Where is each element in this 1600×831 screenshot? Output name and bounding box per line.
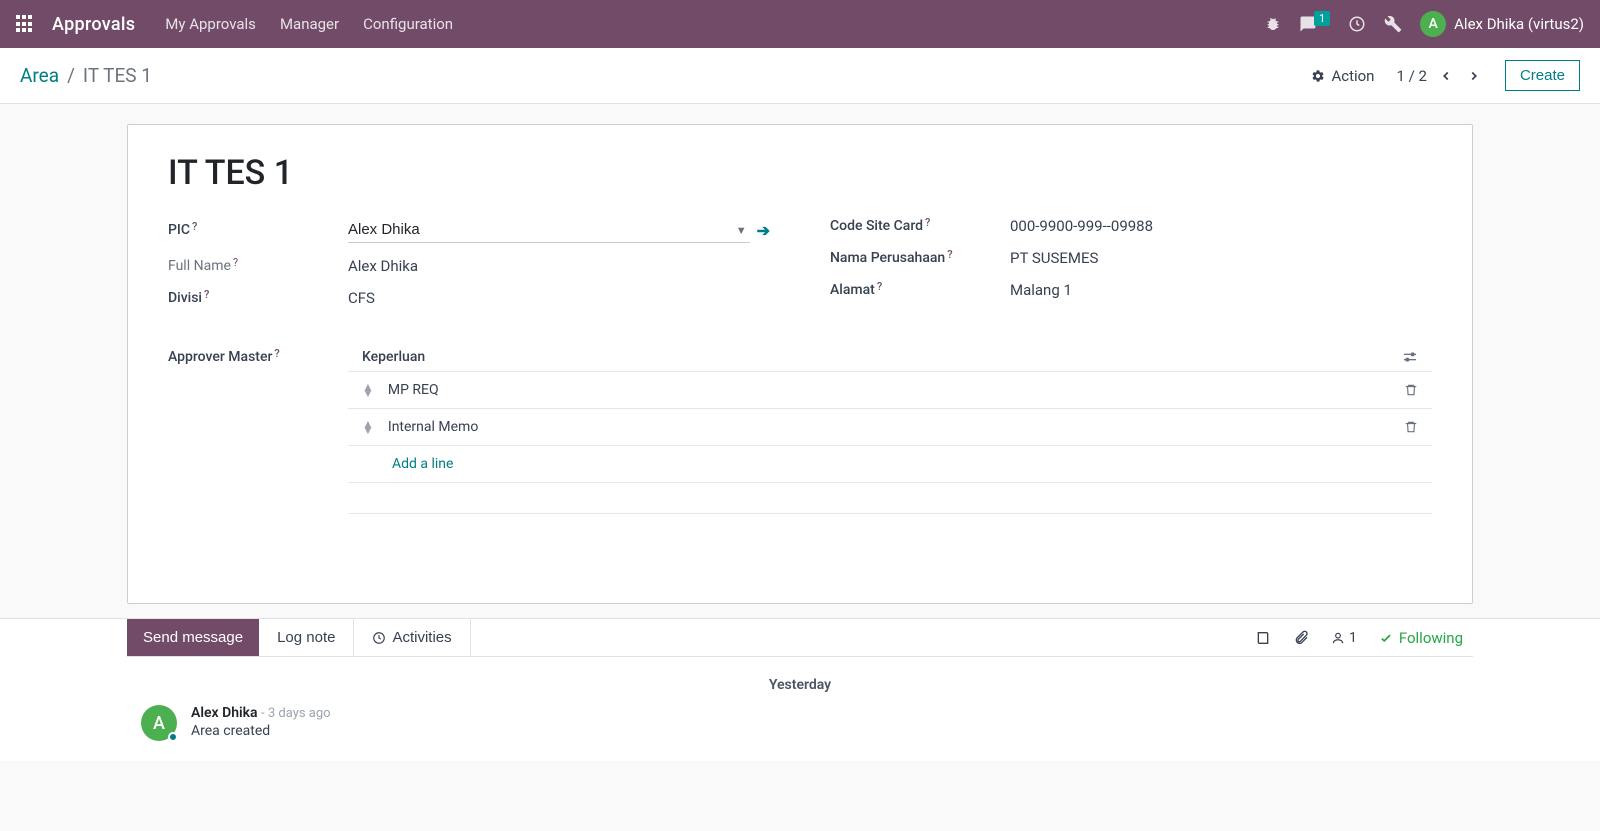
add-line-link[interactable]: Add a line <box>392 456 453 472</box>
message-avatar[interactable]: A <box>141 705 177 741</box>
company-value[interactable]: PT SUSEMES <box>1010 249 1432 267</box>
row-keperluan[interactable]: MP REQ <box>388 382 1404 398</box>
help-icon[interactable]: ? <box>204 288 209 301</box>
user-icon <box>1331 631 1345 645</box>
divisi-label: Divisi? <box>168 290 348 306</box>
pager-prev-icon[interactable] <box>1437 69 1455 83</box>
attachment-icon[interactable] <box>1293 630 1309 646</box>
breadcrumb: Area / IT TES 1 <box>20 64 152 87</box>
nav-configuration[interactable]: Configuration <box>363 15 453 33</box>
messages-icon[interactable]: 1 <box>1299 15 1330 33</box>
tools-icon[interactable] <box>1384 15 1402 33</box>
pager-next-icon[interactable] <box>1465 69 1483 83</box>
divisi-value[interactable]: CFS <box>348 289 770 307</box>
company-label: Nama Perusahaan? <box>830 250 1010 266</box>
apps-icon[interactable] <box>16 15 34 33</box>
help-icon[interactable]: ? <box>274 347 279 360</box>
table-row[interactable]: ▲▼ Internal Memo <box>348 408 1432 445</box>
help-icon[interactable]: ? <box>947 248 952 261</box>
form-sheet: IT TES 1 PIC? ▼ ➔ Full Name? <box>127 124 1473 604</box>
user-label: Alex Dhika (virtus2) <box>1454 15 1584 33</box>
control-panel: Area / IT TES 1 Action 1 / 2 Create <box>0 48 1600 104</box>
col-header-keperluan[interactable]: Keperluan <box>362 349 425 365</box>
help-icon[interactable]: ? <box>233 256 238 269</box>
approver-master-label: Approver Master? <box>168 343 348 514</box>
messages-badge: 1 <box>1314 11 1330 26</box>
form-left-column: PIC? ▼ ➔ Full Name? Alex Dhika <box>168 217 770 307</box>
pager: 1 / 2 <box>1396 67 1483 85</box>
date-separator: Yesterday <box>127 657 1473 705</box>
nav-manager[interactable]: Manager <box>280 15 339 33</box>
pager-text[interactable]: 1 / 2 <box>1396 67 1427 85</box>
action-button[interactable]: Action <box>1311 67 1374 85</box>
fullname-label: Full Name? <box>168 258 348 274</box>
fullname-value: Alex Dhika <box>348 257 770 275</box>
code-site-card-value[interactable]: 000-9900-999--09988 <box>1010 217 1432 235</box>
message: A Alex Dhika - 3 days ago Area created <box>127 705 1473 761</box>
book-icon[interactable] <box>1255 630 1271 646</box>
row-keperluan[interactable]: Internal Memo <box>388 419 1404 435</box>
message-time: - 3 days ago <box>261 706 331 721</box>
user-menu[interactable]: A Alex Dhika (virtus2) <box>1420 11 1584 37</box>
action-label: Action <box>1331 67 1374 85</box>
help-icon[interactable]: ? <box>877 280 882 293</box>
alamat-label: Alamat? <box>830 282 1010 298</box>
main-nav: My Approvals Manager Configuration <box>165 15 453 33</box>
bug-icon[interactable] <box>1265 16 1281 32</box>
trash-icon[interactable] <box>1404 383 1418 397</box>
chatter: Send message Log note Activities 1 <box>127 619 1473 761</box>
gear-icon <box>1311 69 1325 83</box>
user-avatar: A <box>1420 11 1446 37</box>
status-dot-icon <box>168 732 178 742</box>
app-brand[interactable]: Approvals <box>52 14 135 35</box>
send-message-button[interactable]: Send message <box>127 619 259 656</box>
breadcrumb-root[interactable]: Area <box>20 64 59 87</box>
help-icon[interactable]: ? <box>925 216 930 229</box>
activities-button[interactable]: Activities <box>353 619 470 656</box>
clock-icon[interactable] <box>1348 15 1366 33</box>
create-button[interactable]: Create <box>1505 60 1580 91</box>
trash-icon[interactable] <box>1404 420 1418 434</box>
log-note-button[interactable]: Log note <box>259 619 353 656</box>
external-link-icon[interactable]: ➔ <box>757 221 770 240</box>
pic-input[interactable] <box>348 217 750 243</box>
record-title: IT TES 1 <box>168 153 1432 193</box>
table-row[interactable]: ▲▼ MP REQ <box>348 371 1432 408</box>
drag-handle-icon[interactable]: ▲▼ <box>362 384 374 396</box>
alamat-value[interactable]: Malang 1 <box>1010 281 1432 299</box>
caret-down-icon[interactable]: ▼ <box>736 224 747 237</box>
message-author[interactable]: Alex Dhika <box>191 705 258 721</box>
topbar: Approvals My Approvals Manager Configura… <box>0 0 1600 48</box>
form-right-column: Code Site Card? 000-9900-999--09988 Nama… <box>830 217 1432 307</box>
clock-icon <box>372 631 386 645</box>
pic-label: PIC? <box>168 222 348 238</box>
follower-count[interactable]: 1 <box>1331 630 1357 646</box>
message-text: Area created <box>191 723 331 739</box>
settings-icon[interactable] <box>1402 351 1418 363</box>
check-icon <box>1379 631 1393 645</box>
nav-my-approvals[interactable]: My Approvals <box>165 15 256 33</box>
breadcrumb-sep: / <box>67 64 75 87</box>
approver-table: Keperluan ▲▼ MP REQ ▲▼ Internal Memo <box>348 343 1432 514</box>
code-site-card-label: Code Site Card? <box>830 218 1010 234</box>
breadcrumb-active: IT TES 1 <box>83 64 152 87</box>
following-button[interactable]: Following <box>1379 629 1463 647</box>
help-icon[interactable]: ? <box>192 220 197 233</box>
drag-handle-icon[interactable]: ▲▼ <box>362 421 374 433</box>
